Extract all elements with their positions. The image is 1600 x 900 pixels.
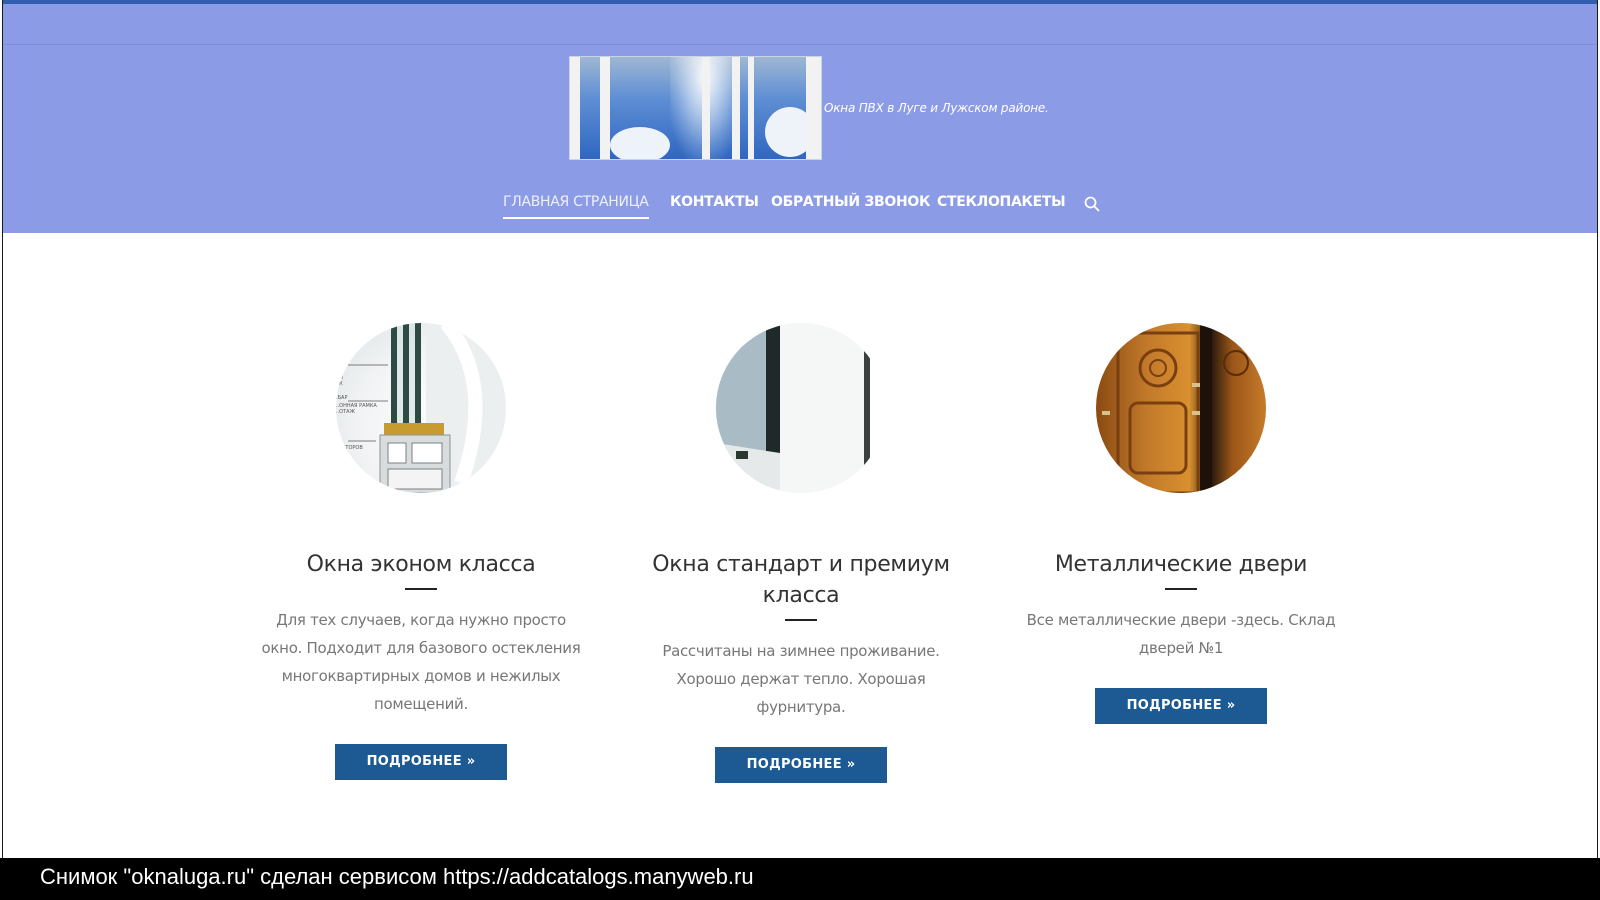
title-divider xyxy=(1165,588,1197,590)
site-tagline: Окна ПВХ в Луге и Лужском районе. xyxy=(824,101,1049,115)
logo-window-frame xyxy=(732,57,740,159)
main-nav: ГЛАВНАЯ СТРАНИЦА КОНТАКТЫ ОБРАТНЫЙ ЗВОНО… xyxy=(3,194,1597,219)
nav-item-glazing[interactable]: СТЕКЛОПАКЕТЫ xyxy=(937,194,1066,210)
logo-window-frame xyxy=(570,57,580,159)
logo-window-frame xyxy=(600,57,610,159)
nav-item-callback[interactable]: ОБРАТНЫЙ ЗВОНОК xyxy=(771,194,930,210)
feature-description: Все металлические двери -здесь. Склад дв… xyxy=(1026,611,1336,657)
site-logo[interactable] xyxy=(569,56,822,160)
feature-standard-premium-windows: Окна стандарт и премиум класса Рассчитан… xyxy=(636,323,966,783)
more-button-standard[interactable]: ПОДРОБНЕЕ » xyxy=(715,747,887,783)
logo-window-frame xyxy=(806,57,821,159)
diagram-label: ..ОТАЖ xyxy=(336,409,355,415)
diagram-label: .БАР xyxy=(336,395,348,401)
feature-description: Для тех случаев, когда нужно просто окно… xyxy=(261,611,581,713)
feature-title: Окна эконом класса xyxy=(306,552,536,577)
title-divider xyxy=(405,588,437,590)
more-button-doors[interactable]: ПОДРОБНЕЕ » xyxy=(1095,688,1267,724)
economy-window-profile-image: ..Л ..К .БАР ..ОННАЯ РАМКА ..ОТАЖ ..ГЕТО… xyxy=(336,323,506,493)
title-divider xyxy=(785,619,817,621)
logo-window-frame xyxy=(748,57,754,159)
screenshot-caption-bar: Снимок "oknaluga.ru" сделан сервисом htt… xyxy=(0,858,1600,900)
door-panels xyxy=(1102,323,1249,493)
nav-item-home[interactable]: ГЛАВНАЯ СТРАНИЦА xyxy=(503,194,649,219)
logo-cloud xyxy=(610,127,670,159)
window-frame-closeup xyxy=(716,323,886,493)
site-header: Окна ПВХ в Луге и Лужском районе. ГЛАВНА… xyxy=(3,0,1597,233)
diagram-label: ..К xyxy=(336,381,343,387)
metal-door-image xyxy=(1096,323,1266,493)
diagram-label: ..ГЕТОРОВ xyxy=(336,445,363,451)
nav-item-contacts[interactable]: КОНТАКТЫ xyxy=(670,194,759,210)
feature-title: Металлические двери xyxy=(1054,552,1308,577)
logo-window-frame xyxy=(702,57,710,159)
more-button-economy[interactable]: ПОДРОБНЕЕ » xyxy=(335,744,507,780)
page: Окна ПВХ в Луге и Лужском районе. ГЛАВНА… xyxy=(2,0,1598,858)
feature-description: Рассчитаны на зимнее проживание. Хорошо … xyxy=(662,642,940,716)
feature-economy-windows: ..Л ..К .БАР ..ОННАЯ РАМКА ..ОТАЖ ..ГЕТО… xyxy=(256,323,586,780)
search-icon[interactable] xyxy=(1084,196,1100,212)
screenshot-caption: Снимок "oknaluga.ru" сделан сервисом htt… xyxy=(40,864,754,889)
top-bar-divider xyxy=(3,44,1597,45)
standard-window-image xyxy=(716,323,886,493)
feature-metal-doors: Металлические двери Все металлические дв… xyxy=(1016,323,1346,724)
feature-title: Окна стандарт и премиум класса xyxy=(652,552,950,608)
